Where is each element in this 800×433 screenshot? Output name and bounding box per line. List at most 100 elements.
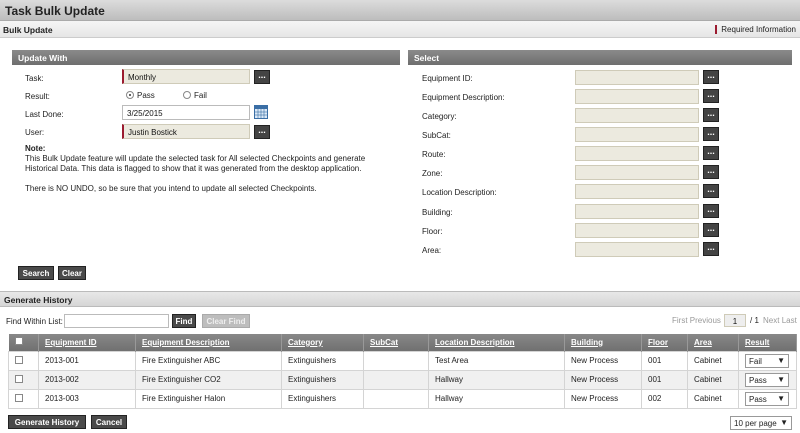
cell-equipment-description: Fire Extinguisher Halon — [135, 388, 282, 409]
area-lookup-button[interactable]: ... — [703, 242, 719, 256]
row-checkbox-cell[interactable] — [8, 388, 39, 409]
result-pass-radio[interactable] — [126, 91, 134, 99]
user-field[interactable]: Justin Bostick — [122, 124, 250, 139]
pagination-next-last[interactable]: Next Last — [763, 316, 797, 325]
cell-building: New Process — [564, 369, 642, 390]
location-description-label: Location Description: — [422, 188, 497, 197]
select-panel: Select — [408, 50, 792, 65]
cell-location-description: Hallway — [428, 369, 565, 390]
equipment-description-field[interactable] — [575, 89, 699, 104]
column-header-area[interactable]: Area — [687, 334, 739, 351]
subcat-field[interactable] — [575, 127, 699, 142]
bulk-update-title: Bulk Update — [3, 25, 53, 35]
column-header-building[interactable]: Building — [564, 334, 642, 351]
location-description-lookup-button[interactable]: ... — [703, 184, 719, 198]
subcat-lookup-button[interactable]: ... — [703, 127, 719, 141]
column-header-equipment-id[interactable]: Equipment ID — [38, 334, 136, 351]
cell-floor: 002 — [641, 388, 688, 409]
calendar-icon[interactable] — [254, 105, 268, 119]
clear-button[interactable]: Clear — [58, 266, 86, 280]
clear-find-button: Clear Find — [202, 314, 250, 328]
cell-equipment-id: 2013-002 — [38, 369, 136, 390]
zone-label: Zone: — [422, 169, 443, 178]
result-select[interactable]: Pass ▼ — [745, 391, 789, 406]
pagination-first-previous[interactable]: First Previous — [672, 316, 721, 325]
column-header-equipment-description[interactable]: Equipment Description — [135, 334, 282, 351]
row-checkbox-cell[interactable] — [8, 350, 39, 371]
building-field[interactable] — [575, 204, 699, 219]
cancel-button[interactable]: Cancel — [91, 415, 127, 429]
table-row: 2013-002 Fire Extinguisher CO2 Extinguis… — [8, 369, 797, 390]
per-page-select[interactable]: 10 per page ▼ — [730, 416, 792, 430]
required-information-legend: Required Information — [715, 25, 796, 34]
equipment-description-lookup-button[interactable]: ... — [703, 89, 719, 103]
generate-history-title: Generate History — [4, 295, 73, 305]
cell-area: Cabinet — [687, 369, 739, 390]
row-checkbox-cell[interactable] — [8, 369, 39, 390]
task-field[interactable]: Monthly — [122, 69, 250, 84]
column-header-category[interactable]: Category — [281, 334, 364, 351]
cell-building: New Process — [564, 388, 642, 409]
cell-subcat — [363, 350, 429, 371]
cell-category: Extinguishers — [281, 350, 364, 371]
cell-subcat — [363, 388, 429, 409]
sub-header: Bulk Update Required Information — [0, 21, 800, 38]
task-lookup-button[interactable]: ... — [254, 70, 270, 84]
result-pass-label: Pass — [137, 91, 155, 100]
window-title: Task Bulk Update — [5, 4, 105, 18]
row-checkbox[interactable] — [15, 374, 23, 383]
route-field[interactable] — [575, 146, 699, 161]
equipment-id-field[interactable] — [575, 70, 699, 85]
row-checkbox[interactable] — [15, 393, 23, 402]
previous-link[interactable]: Previous — [690, 316, 721, 325]
user-lookup-button[interactable]: ... — [254, 125, 270, 139]
cell-floor: 001 — [641, 369, 688, 390]
last-link[interactable]: Last — [782, 316, 797, 325]
floor-lookup-button[interactable]: ... — [703, 223, 719, 237]
window-title-bar: Task Bulk Update — [0, 0, 800, 21]
result-fail-radio[interactable] — [183, 91, 191, 99]
floor-field[interactable] — [575, 223, 699, 238]
row-checkbox[interactable] — [15, 355, 23, 364]
undo-warning: There is NO UNDO, so be sure that you in… — [25, 184, 317, 193]
zone-lookup-button[interactable]: ... — [703, 165, 719, 179]
result-select[interactable]: Pass ▼ — [745, 372, 789, 387]
first-link[interactable]: First — [672, 316, 688, 325]
category-field[interactable] — [575, 108, 699, 123]
search-button[interactable]: Search — [18, 266, 54, 280]
find-button[interactable]: Find — [172, 314, 196, 328]
route-lookup-button[interactable]: ... — [703, 146, 719, 160]
cell-category: Extinguishers — [281, 388, 364, 409]
update-with-header: Update With — [12, 50, 400, 65]
table-row: 2013-001 Fire Extinguisher ABC Extinguis… — [8, 350, 797, 371]
equipment-id-lookup-button[interactable]: ... — [703, 70, 719, 84]
per-page-value: 10 per page — [734, 419, 777, 428]
category-lookup-button[interactable]: ... — [703, 108, 719, 122]
page-number-input[interactable]: 1 — [724, 314, 746, 327]
column-header-subcat[interactable]: SubCat — [363, 334, 429, 351]
cell-equipment-id: 2013-001 — [38, 350, 136, 371]
column-header-location-description[interactable]: Location Description — [428, 334, 565, 351]
generate-history-button[interactable]: Generate History — [8, 415, 86, 429]
area-label: Area: — [422, 246, 442, 255]
cell-result: Pass ▼ — [738, 369, 797, 390]
page-total: / 1 — [750, 316, 759, 325]
update-with-panel: Update With — [12, 50, 400, 65]
select-all-header[interactable] — [8, 334, 39, 351]
next-link[interactable]: Next — [763, 316, 779, 325]
category-label: Category: — [422, 112, 457, 121]
column-header-floor[interactable]: Floor — [641, 334, 688, 351]
select-all-checkbox[interactable] — [14, 337, 23, 346]
column-header-result[interactable]: Result — [738, 334, 797, 351]
zone-field[interactable] — [575, 165, 699, 180]
location-description-field[interactable] — [575, 184, 699, 199]
result-select[interactable]: Fail ▼ — [745, 353, 789, 368]
route-label: Route: — [422, 150, 446, 159]
area-field[interactable] — [575, 242, 699, 257]
chevron-down-icon: ▼ — [777, 355, 785, 365]
building-lookup-button[interactable]: ... — [703, 204, 719, 218]
last-done-field[interactable]: 3/25/2015 — [122, 105, 250, 120]
find-within-list-input[interactable] — [64, 314, 169, 328]
cell-category: Extinguishers — [281, 369, 364, 390]
note-text: This Bulk Update feature will update the… — [25, 154, 366, 173]
